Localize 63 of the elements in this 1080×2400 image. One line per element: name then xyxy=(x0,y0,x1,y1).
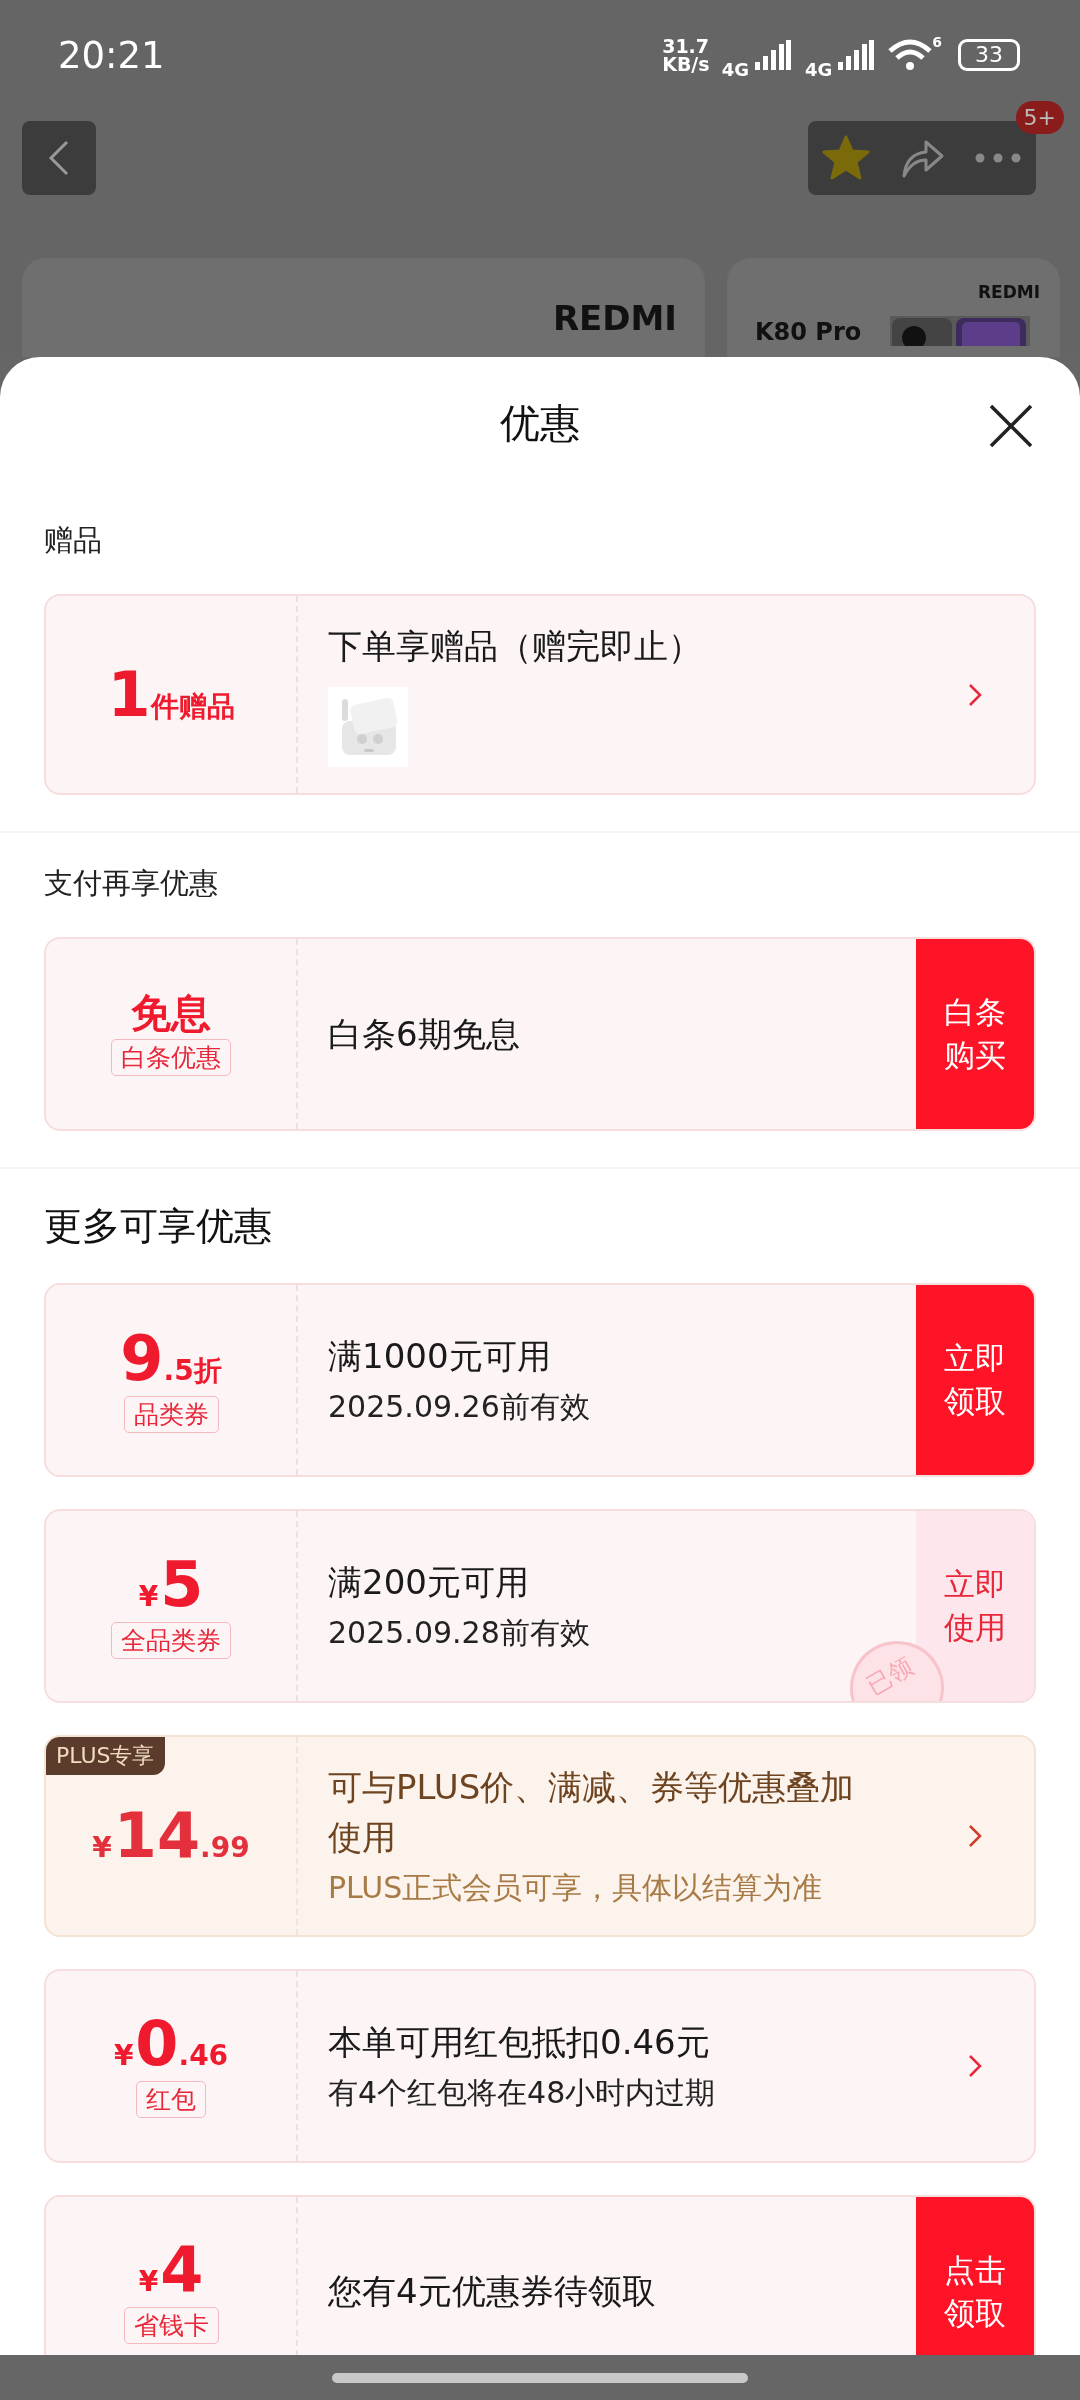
product-card[interactable]: REDMI xyxy=(22,258,705,357)
offer-button[interactable]: 白条购买 xyxy=(916,939,1034,1130)
section-title: 支付再享优惠 xyxy=(44,865,219,903)
offer-subtitle: 2025.09.26前有效 xyxy=(328,1388,591,1427)
offer-button[interactable]: 点击领取 xyxy=(916,2196,1034,2355)
section-title: 更多可享优惠 xyxy=(44,1203,273,1251)
offer-tag: 红包 xyxy=(136,2081,206,2119)
offer-subtitle: 有4个红包将在48小时内过期 xyxy=(328,2074,717,2113)
offer-button[interactable]: 立即领取 xyxy=(916,1285,1034,1476)
offer-subtitle: PLUS正式会员可享，具体以结算为准 xyxy=(328,1868,824,1907)
offer-tag: 全品类券 xyxy=(111,1621,231,1659)
offer-title: 满200元可用 xyxy=(328,1561,530,1605)
offer-title: 满1000元可用 xyxy=(328,1335,552,1379)
network-type: 4G xyxy=(804,58,833,80)
offer-value: ¥5 xyxy=(138,1553,204,1616)
plus-badge: PLUS专享 xyxy=(46,1737,165,1776)
offer-card[interactable]: PLUS专享 ¥14.99 可与PLUS价、满减、券等优惠叠加使用 PLUS正式会员可享，具体以结算为准 xyxy=(44,1735,1036,1937)
offer-value: ¥4 xyxy=(138,2239,204,2302)
offer-value: 9.5折 xyxy=(120,1327,222,1390)
offer-value: 免息 xyxy=(131,992,211,1033)
network-type: 4G xyxy=(721,58,749,80)
offer-card[interactable]: ¥5 全品类券 满200元可用 2025.09.28前有效 已领 立即使用 xyxy=(44,1509,1036,1704)
offer-value: ¥0.46 xyxy=(113,2013,229,2076)
back-button[interactable] xyxy=(22,121,96,195)
offer-tag: 品类券 xyxy=(123,1395,219,1433)
chevron-icon[interactable] xyxy=(968,682,982,707)
wifi-label: 6 xyxy=(932,33,942,50)
offer-title: 可与PLUS价、满减、券等优惠叠加使用 xyxy=(328,1766,856,1859)
wifi-icon xyxy=(888,39,933,71)
offer-title: 下单享赠品（赠完即止） xyxy=(328,625,703,668)
model-name: K80 Pro xyxy=(755,318,862,346)
signal-icon xyxy=(838,40,875,70)
star-icon[interactable] xyxy=(822,135,870,181)
offer-card[interactable]: 1件赠品 下单享赠品（赠完即止） xyxy=(44,594,1036,796)
offer-subtitle: 2025.09.28前有效 xyxy=(328,1614,591,1653)
offer-card[interactable]: 9.5折 品类券 满1000元可用 2025.09.26前有效 立即领取 xyxy=(44,1283,1036,1478)
section-title: 赠品 xyxy=(44,522,103,559)
battery-indicator: 33 xyxy=(958,39,1020,71)
offer-card[interactable]: ¥0.46 红包 本单可用红包抵扣0.46元 有4个红包将在48小时内过期 xyxy=(44,1968,1036,2163)
offer-tag: 省钱卡 xyxy=(123,2307,219,2345)
offer-value: ¥14.99 xyxy=(92,1805,250,1868)
back-icon[interactable] xyxy=(47,138,71,178)
offer-title: 本单可用红包抵扣0.46元 xyxy=(328,2020,711,2064)
network-speed: 31.7 KB/s xyxy=(662,37,710,73)
close-icon[interactable] xyxy=(988,403,1034,449)
sheet-title: 优惠 xyxy=(500,399,580,448)
chevron-icon[interactable] xyxy=(968,2053,982,2078)
product-card[interactable]: REDMI K80 Pro xyxy=(727,258,1060,357)
offer-card[interactable]: ¥4 省钱卡 您有4元优惠券待领取 点击领取 xyxy=(44,2194,1036,2355)
notification-badge: 5+ xyxy=(1015,101,1064,134)
offer-title: 您有4元优惠券待领取 xyxy=(328,2270,657,2314)
offer-title: 白条6期免息 xyxy=(328,1012,521,1056)
brand-name: REDMI xyxy=(552,298,677,338)
offer-tag: 白条优惠 xyxy=(111,1038,231,1076)
offer-value: 1件赠品 xyxy=(107,663,235,726)
signal-icon xyxy=(754,40,791,70)
home-indicator[interactable] xyxy=(332,2372,748,2383)
more-icon[interactable] xyxy=(974,152,1022,164)
offer-card[interactable]: 免息 白条优惠 白条6期免息 白条购买 xyxy=(44,937,1036,1132)
offer-button[interactable]: 立即使用 xyxy=(916,1511,1034,1702)
chevron-icon[interactable] xyxy=(968,1824,982,1849)
status-time: 20:21 xyxy=(58,33,165,77)
brand-name: REDMI xyxy=(977,282,1040,302)
